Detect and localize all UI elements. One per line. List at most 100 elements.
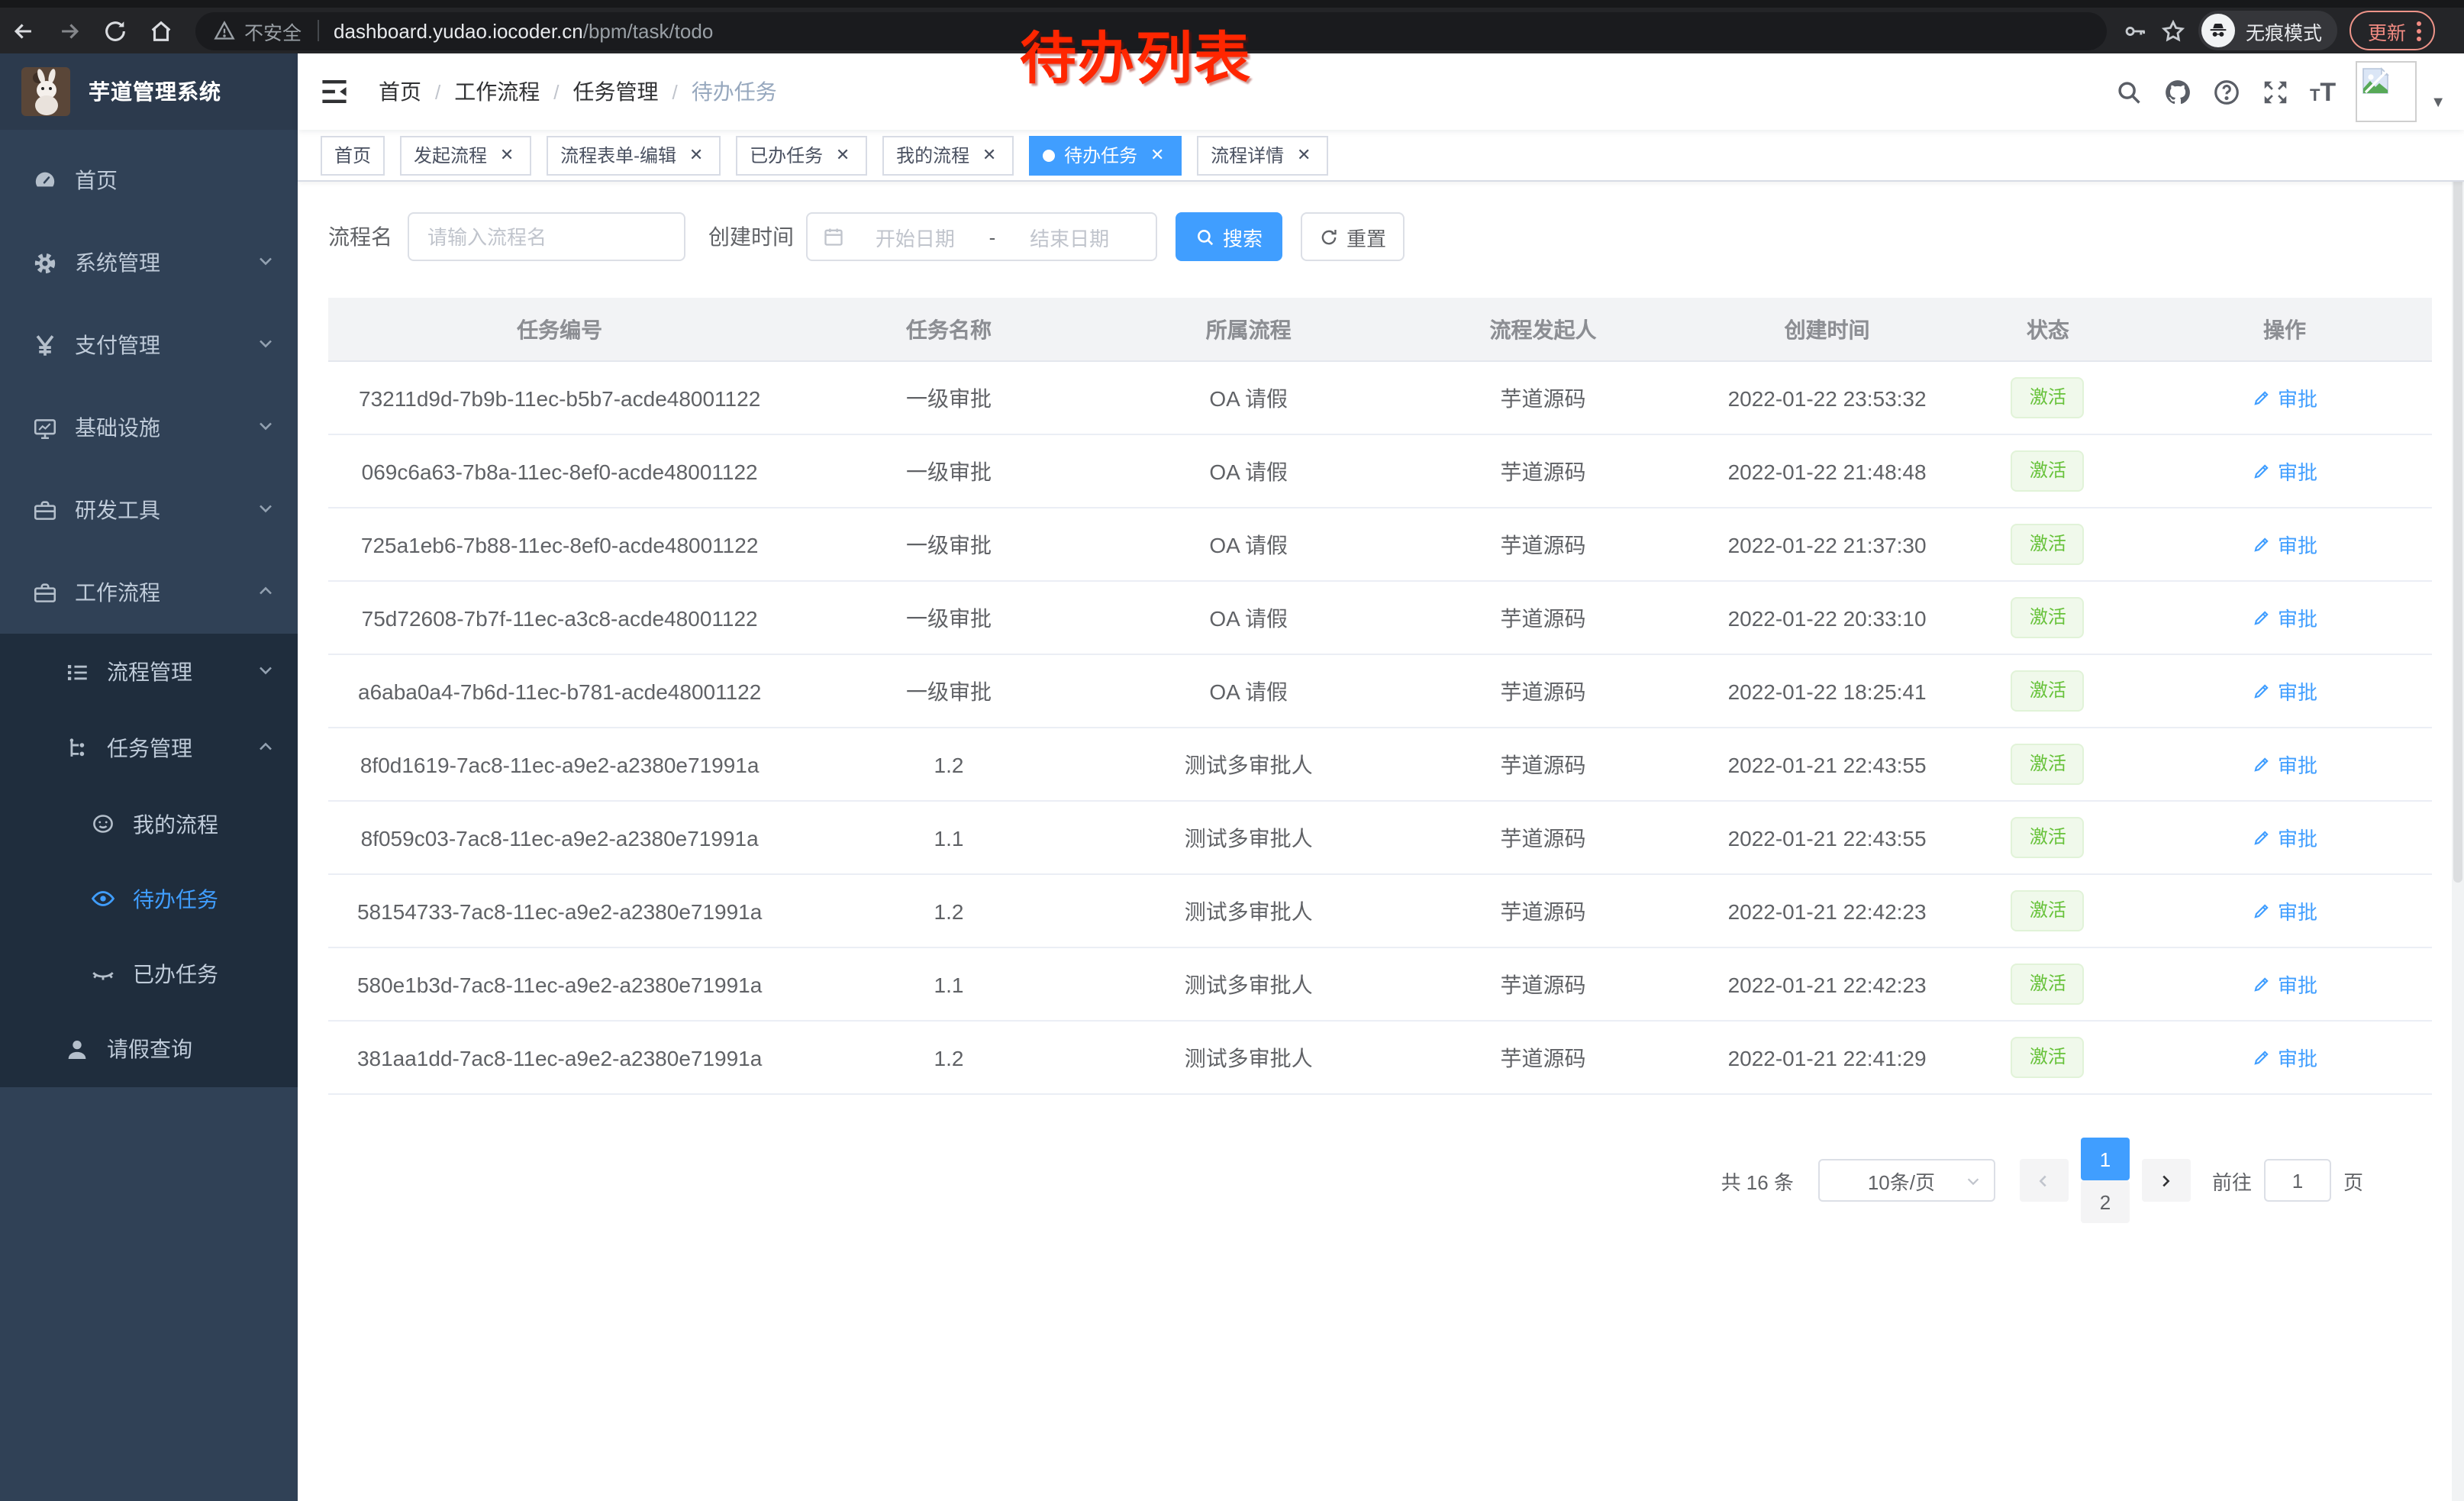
- bookmark-star-icon[interactable]: [2160, 18, 2186, 44]
- url-path[interactable]: /bpm/task/todo: [583, 19, 714, 42]
- sidebar-collapse-icon[interactable]: [318, 75, 351, 108]
- goto-page-input[interactable]: [2264, 1159, 2331, 1202]
- fullscreen-icon[interactable]: [2261, 77, 2290, 106]
- sidebar-item-infrastructure[interactable]: 基础设施: [0, 386, 298, 469]
- security-label[interactable]: 不安全: [244, 16, 302, 45]
- pencil-icon: [2252, 461, 2272, 481]
- table-row: 8f059c03-7ac8-11ec-a9e2-a2380e71991a1.1测…: [328, 802, 2432, 875]
- close-icon[interactable]: ✕: [1293, 144, 1314, 166]
- close-icon[interactable]: ✕: [832, 144, 853, 166]
- browser-menu-icon[interactable]: [2417, 21, 2421, 40]
- incognito-badge[interactable]: 无痕模式: [2198, 11, 2337, 50]
- sidebar-item-payment-management[interactable]: 支付管理: [0, 304, 298, 386]
- chevron-down-icon: [256, 660, 275, 684]
- tab-done-tasks[interactable]: 已办任务✕: [736, 135, 867, 175]
- approve-button[interactable]: 审批: [2252, 676, 2317, 705]
- update-label[interactable]: 更新: [2368, 16, 2406, 45]
- approve-button[interactable]: 审批: [2252, 603, 2317, 632]
- url-host[interactable]: dashboard.yudao.iocoder.cn: [334, 19, 583, 42]
- close-icon[interactable]: ✕: [1147, 144, 1168, 166]
- tab-todo-tasks[interactable]: 待办任务✕: [1029, 135, 1182, 175]
- next-page-button[interactable]: [2142, 1159, 2191, 1202]
- cell-process: 测试多审批人: [1107, 969, 1391, 999]
- browser-home-icon[interactable]: [137, 11, 183, 50]
- page-scrollbar[interactable]: [2452, 53, 2464, 1501]
- github-icon[interactable]: [2163, 77, 2192, 106]
- sidebar-item-leave-query[interactable]: 请假查询: [0, 1011, 298, 1087]
- close-icon[interactable]: ✕: [979, 144, 1000, 166]
- search-button[interactable]: 搜索: [1176, 212, 1282, 261]
- tab-start-process[interactable]: 发起流程✕: [400, 135, 531, 175]
- flow-icon: [63, 734, 90, 762]
- sidebar-item-process-management[interactable]: 流程管理: [0, 634, 298, 710]
- page-size-select[interactable]: 10条/页: [1818, 1159, 1995, 1202]
- start-date-placeholder[interactable]: 开始日期: [844, 222, 986, 251]
- scrollbar-thumb[interactable]: [2453, 58, 2462, 883]
- approve-button[interactable]: 审批: [2252, 530, 2317, 559]
- page-button-1[interactable]: 1: [2081, 1138, 2130, 1180]
- password-key-icon[interactable]: [2122, 18, 2148, 44]
- close-icon[interactable]: ✕: [685, 144, 707, 166]
- col-action: 操作: [2137, 314, 2432, 344]
- sidebar: 芋道管理系统 首页系统管理支付管理基础设施研发工具工作流程流程管理任务管理我的流…: [0, 53, 298, 1501]
- page-content: 流程名 创建时间 开始日期 - 结束日期 搜索: [298, 182, 2464, 1501]
- avatar-caret-icon[interactable]: ▼: [2430, 94, 2446, 111]
- tab-process-form-edit[interactable]: 流程表单-编辑✕: [547, 135, 721, 175]
- tab-my-process[interactable]: 我的流程✕: [882, 135, 1014, 175]
- pencil-icon: [2252, 1047, 2272, 1067]
- pencil-icon: [2252, 388, 2272, 408]
- sidebar-item-system-management[interactable]: 系统管理: [0, 221, 298, 304]
- cell-task-id: 381aa1dd-7ac8-11ec-a9e2-a2380e71991a: [328, 1045, 791, 1070]
- approve-button[interactable]: 审批: [2252, 970, 2317, 999]
- date-range-picker[interactable]: 开始日期 - 结束日期: [806, 212, 1157, 261]
- filter-bar: 流程名 创建时间 开始日期 - 结束日期 搜索: [328, 212, 2433, 261]
- process-name-field[interactable]: [408, 212, 685, 261]
- incognito-label: 无痕模式: [2246, 16, 2322, 45]
- breadcrumb-workflow[interactable]: 工作流程: [454, 76, 540, 107]
- page-button-2[interactable]: 2: [2081, 1180, 2130, 1223]
- breadcrumb-home[interactable]: 首页: [379, 76, 421, 107]
- approve-button[interactable]: 审批: [2252, 823, 2317, 852]
- help-icon[interactable]: [2212, 77, 2241, 106]
- approve-button[interactable]: 审批: [2252, 457, 2317, 486]
- sidebar-item-workflow[interactable]: 工作流程: [0, 551, 298, 634]
- approve-button[interactable]: 审批: [2252, 896, 2317, 925]
- browser-back-icon[interactable]: [0, 11, 46, 50]
- approve-button[interactable]: 审批: [2252, 383, 2317, 412]
- cell-task-name: 一级审批: [791, 676, 1106, 706]
- sidebar-item-home[interactable]: 首页: [0, 139, 298, 221]
- browser-update-button[interactable]: 更新: [2350, 11, 2435, 50]
- tabs-bar: 首页发起流程✕ 流程表单-编辑✕ 已办任务✕ 我的流程✕ 待办任务✕ 流程详情✕: [298, 130, 2464, 182]
- browser-forward-icon[interactable]: [46, 11, 92, 50]
- tab-process-detail[interactable]: 流程详情✕: [1197, 135, 1328, 175]
- table-row: 8f0d1619-7ac8-11ec-a9e2-a2380e71991a1.2测…: [328, 728, 2432, 802]
- reset-button[interactable]: 重置: [1301, 212, 1405, 261]
- sidebar-item-my-process[interactable]: 我的流程: [0, 786, 298, 861]
- end-date-placeholder[interactable]: 结束日期: [998, 222, 1140, 251]
- font-size-icon[interactable]: TT: [2310, 79, 2336, 105]
- chevron-up-icon: [256, 580, 275, 605]
- sidebar-item-done-tasks[interactable]: 已办任务: [0, 936, 298, 1011]
- browser-reload-icon[interactable]: [92, 11, 137, 50]
- process-name-input[interactable]: [427, 225, 666, 248]
- avatar[interactable]: [2356, 61, 2417, 122]
- reset-refresh-icon: [1319, 227, 1339, 247]
- sidebar-item-dev-tools[interactable]: 研发工具: [0, 469, 298, 551]
- sidebar-logo[interactable]: 芋道管理系统: [0, 53, 298, 130]
- approve-button[interactable]: 审批: [2252, 1043, 2317, 1072]
- close-icon[interactable]: ✕: [496, 144, 518, 166]
- chevron-down-icon: [1965, 1172, 1982, 1189]
- cell-starter: 芋道源码: [1391, 676, 1696, 706]
- approve-button[interactable]: 审批: [2252, 750, 2317, 779]
- cell-starter: 芋道源码: [1391, 602, 1696, 633]
- chevron-down-icon: [256, 333, 275, 357]
- search-icon[interactable]: [2114, 77, 2143, 106]
- tab-home[interactable]: 首页: [321, 135, 385, 175]
- person-icon: [63, 1035, 90, 1063]
- breadcrumb-task-management[interactable]: 任务管理: [573, 76, 659, 107]
- process-name-label: 流程名: [328, 221, 392, 252]
- sidebar-item-todo-tasks[interactable]: 待办任务: [0, 861, 298, 936]
- sidebar-item-task-management[interactable]: 任务管理: [0, 710, 298, 786]
- table-row: 069c6a63-7b8a-11ec-8ef0-acde48001122一级审批…: [328, 435, 2432, 508]
- prev-page-button[interactable]: [2020, 1159, 2069, 1202]
